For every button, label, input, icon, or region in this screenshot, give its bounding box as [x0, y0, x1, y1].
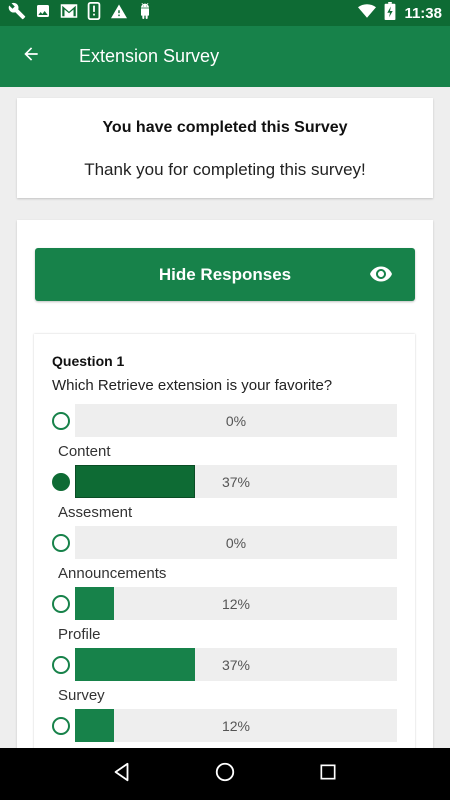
back-button[interactable]: [0, 26, 62, 87]
result-bar-track: 0%: [75, 526, 397, 559]
status-time: 11:38: [404, 4, 442, 22]
result-bar-track: 12%: [75, 709, 397, 742]
page-title: Extension Survey: [79, 46, 220, 66]
option-radio[interactable]: [52, 412, 70, 430]
phone-alert-icon: [87, 1, 101, 25]
nav-home-icon: [214, 761, 236, 788]
result-bar-track: 37%: [75, 465, 397, 498]
warning-icon: [110, 3, 128, 24]
image-icon: [35, 3, 51, 24]
option-radio[interactable]: [52, 473, 70, 491]
nav-back-button[interactable]: [102, 754, 142, 794]
wrench-icon: [8, 2, 26, 25]
option-radio[interactable]: [52, 534, 70, 552]
navigation-bar: [0, 748, 450, 800]
option-row: 0%: [52, 404, 397, 437]
option-radio[interactable]: [52, 656, 70, 674]
question-text: Which Retrieve extension is your favorit…: [52, 377, 333, 394]
android-icon: [137, 2, 153, 24]
option-label: Content: [58, 443, 111, 460]
completion-message: Thank you for completing this survey!: [84, 160, 366, 179]
content-area[interactable]: You have completed this Survey Thank you…: [0, 87, 450, 748]
arrow-left-icon: [21, 44, 41, 69]
question-number: Question 1: [52, 353, 125, 369]
nav-recents-icon: [318, 762, 338, 787]
result-percent: 0%: [225, 535, 247, 551]
result-percent: 37%: [221, 474, 251, 490]
result-bar-track: 37%: [75, 648, 397, 681]
battery-charging-icon: [384, 1, 396, 25]
result-percent: 0%: [225, 413, 247, 429]
option-row: 12%: [52, 587, 397, 620]
nav-recents-button[interactable]: [308, 754, 348, 794]
option-label: Survey: [58, 687, 105, 704]
nav-home-button[interactable]: [205, 754, 245, 794]
hide-responses-button[interactable]: Hide Responses: [35, 248, 415, 301]
result-percent: 12%: [221, 718, 251, 734]
option-label: Assesment: [58, 504, 133, 521]
option-radio[interactable]: [52, 595, 70, 613]
responses-card: Hide Responses Question 1 Which Retrieve…: [17, 220, 433, 748]
option-row: 12%: [52, 709, 397, 742]
result-bar-track: 12%: [75, 587, 397, 620]
wifi-icon: [358, 3, 377, 23]
option-row: 0%: [52, 526, 397, 559]
question-card: Question 1 Which Retrieve extension is y…: [34, 334, 415, 748]
option-row: 37%: [52, 648, 397, 681]
hide-responses-label: Hide Responses: [158, 264, 292, 284]
completion-title: You have completed this Survey: [102, 119, 348, 136]
option-row: 37%: [52, 465, 397, 498]
result-percent: 12%: [221, 596, 251, 612]
eye-icon: [367, 262, 395, 291]
result-bar-track: 0%: [75, 404, 397, 437]
option-label: Profile: [58, 626, 101, 643]
completion-card: You have completed this Survey Thank you…: [17, 98, 433, 198]
gmail-icon: [60, 3, 78, 24]
nav-back-icon: [111, 761, 133, 788]
option-label: Announcements: [58, 565, 167, 582]
app-bar: Extension Survey: [0, 26, 450, 87]
option-radio[interactable]: [52, 717, 70, 735]
result-percent: 37%: [221, 657, 251, 673]
status-bar: 11:38: [0, 0, 450, 26]
